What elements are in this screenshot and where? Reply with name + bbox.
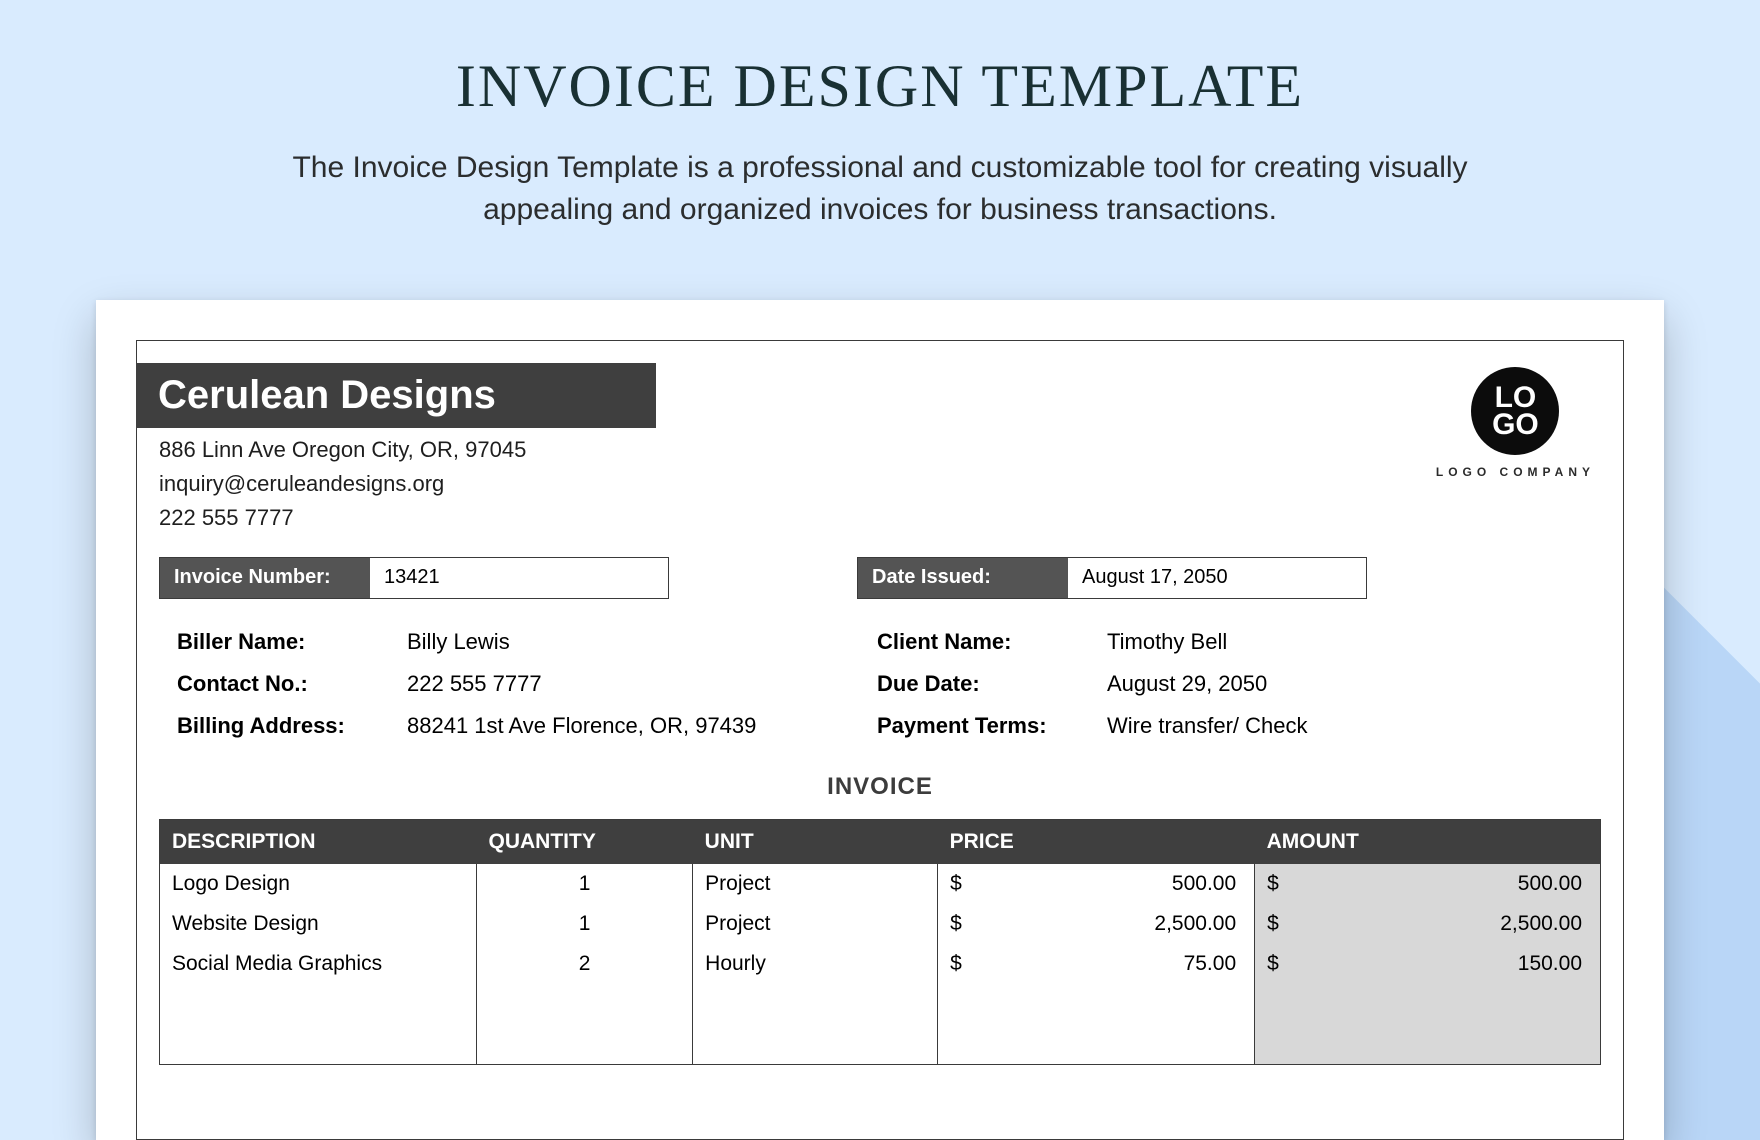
company-phone: 222 555 7777: [159, 501, 526, 535]
cell-unit: Hourly: [693, 944, 938, 984]
col-price: PRICE: [938, 820, 1255, 865]
payment-terms-label: Payment Terms:: [877, 713, 1107, 739]
col-unit: UNIT: [693, 820, 938, 865]
page-title: INVOICE DESIGN TEMPLATE: [0, 0, 1760, 121]
biller-address: 88241 1st Ave Florence, OR, 97439: [407, 713, 817, 739]
cell-description: Social Media Graphics: [160, 944, 477, 984]
logo-block: LO GO LOGO COMPANY: [1436, 367, 1595, 479]
biller-name: Billy Lewis: [407, 629, 817, 655]
cell-description: Logo Design: [160, 864, 477, 904]
biller-address-label: Billing Address:: [177, 713, 407, 739]
col-description: DESCRIPTION: [160, 820, 477, 865]
document-sheet: Cerulean Designs 886 Linn Ave Oregon Cit…: [96, 300, 1664, 1140]
company-address: 886 Linn Ave Oregon City, OR, 97045: [159, 433, 526, 467]
date-issued-value: August 17, 2050: [1068, 558, 1366, 598]
table-row: Logo Design1Project$500.00$500.00: [160, 864, 1601, 904]
section-title: INVOICE: [137, 773, 1623, 801]
cell-description: Website Design: [160, 904, 477, 944]
biller-name-label: Biller Name:: [177, 629, 407, 655]
cell-unit: Project: [693, 904, 938, 944]
invoice-number-box: Invoice Number: 13421: [159, 557, 669, 599]
company-email: inquiry@ceruleandesigns.org: [159, 467, 526, 501]
cell-amount: [1255, 984, 1601, 1024]
cell-amount: [1255, 1024, 1601, 1064]
cell-quantity: 1: [477, 904, 693, 944]
due-date-label: Due Date:: [877, 671, 1107, 697]
cell-unit: Project: [693, 864, 938, 904]
col-amount: AMOUNT: [1255, 820, 1601, 865]
cell-unit: [693, 1024, 938, 1064]
invoice-number-label: Invoice Number:: [160, 558, 370, 598]
cell-price: $500.00: [938, 864, 1255, 904]
cell-description: [160, 984, 477, 1024]
cell-quantity: [477, 1024, 693, 1064]
cell-quantity: [477, 984, 693, 1024]
page-subtitle: The Invoice Design Template is a profess…: [250, 147, 1510, 231]
table-row: Website Design1Project$2,500.00$2,500.00: [160, 904, 1601, 944]
company-name-banner: Cerulean Designs: [136, 363, 656, 428]
table-row-empty: [160, 1024, 1601, 1064]
cell-price: [938, 984, 1255, 1024]
date-issued-box: Date Issued: August 17, 2050: [857, 557, 1367, 599]
cell-quantity: 1: [477, 864, 693, 904]
table-header-row: DESCRIPTION QUANTITY UNIT PRICE AMOUNT: [160, 820, 1601, 865]
logo-company-label: LOGO COMPANY: [1436, 465, 1595, 479]
cell-description: [160, 1024, 477, 1064]
client-name: Timothy Bell: [1107, 629, 1517, 655]
cell-amount: $150.00: [1255, 944, 1601, 984]
line-items-table: DESCRIPTION QUANTITY UNIT PRICE AMOUNT L…: [159, 819, 1601, 1065]
biller-contact-label: Contact No.:: [177, 671, 407, 697]
cell-price: [938, 1024, 1255, 1064]
table-row: Social Media Graphics2Hourly$75.00$150.0…: [160, 944, 1601, 984]
client-name-label: Client Name:: [877, 629, 1107, 655]
invoice-number-value: 13421: [370, 558, 668, 598]
client-info: Client Name:Timothy Bell Due Date:August…: [877, 629, 1517, 755]
col-quantity: QUANTITY: [477, 820, 693, 865]
cell-price: $2,500.00: [938, 904, 1255, 944]
cell-price: $75.00: [938, 944, 1255, 984]
table-row-empty: [160, 984, 1601, 1024]
biller-info: Biller Name:Billy Lewis Contact No.:222 …: [177, 629, 817, 755]
cell-unit: [693, 984, 938, 1024]
date-issued-label: Date Issued:: [858, 558, 1068, 598]
due-date: August 29, 2050: [1107, 671, 1517, 697]
invoice-frame: Cerulean Designs 886 Linn Ave Oregon Cit…: [136, 340, 1624, 1140]
company-contact-block: 886 Linn Ave Oregon City, OR, 97045 inqu…: [159, 433, 526, 535]
cell-amount: $500.00: [1255, 864, 1601, 904]
biller-contact: 222 555 7777: [407, 671, 817, 697]
payment-terms: Wire transfer/ Check: [1107, 713, 1517, 739]
logo-icon: LO GO: [1471, 367, 1559, 455]
cell-quantity: 2: [477, 944, 693, 984]
cell-amount: $2,500.00: [1255, 904, 1601, 944]
